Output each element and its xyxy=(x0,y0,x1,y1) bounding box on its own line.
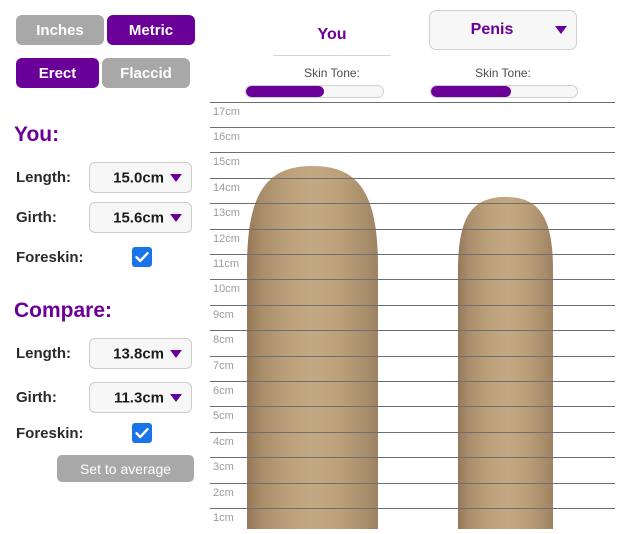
ruler-tick-label: 15cm xyxy=(213,156,240,168)
you-length-select[interactable]: 15.0cm xyxy=(89,162,192,193)
ruler-tick-label: 6cm xyxy=(213,385,234,397)
shaft-graphic xyxy=(458,197,553,529)
state-toggle-erect[interactable]: Erect xyxy=(16,58,99,88)
compare-length-value: 13.8cm xyxy=(113,345,164,362)
ruler-tick-label: 16cm xyxy=(213,131,240,143)
ruler-tick-label: 12cm xyxy=(213,233,240,245)
check-icon xyxy=(135,428,149,439)
compare-length-select[interactable]: 13.8cm xyxy=(89,338,192,369)
you-girth-value: 15.6cm xyxy=(113,209,164,226)
you-skin-tone-fill xyxy=(246,86,325,97)
ruler-tick-label: 13cm xyxy=(213,207,240,219)
you-length-label: Length: xyxy=(16,169,71,186)
compare-skin-tone-fill xyxy=(431,86,512,97)
compare-length-label: Length: xyxy=(16,345,71,362)
ruler-tick-label: 4cm xyxy=(213,436,234,448)
ruler-tick-label: 8cm xyxy=(213,334,234,346)
ruler-tick-label: 10cm xyxy=(213,283,240,295)
ruler-tick-label: 9cm xyxy=(213,309,234,321)
compare-girth-label: Girth: xyxy=(16,389,57,406)
you-length-value: 15.0cm xyxy=(113,169,164,186)
ruler-tick-label: 2cm xyxy=(213,487,234,499)
chevron-down-icon xyxy=(170,173,182,182)
you-skin-tone-label: Skin Tone: xyxy=(304,66,360,80)
compare-type-value: Penis xyxy=(470,21,514,38)
ruler-tick-label: 7cm xyxy=(213,360,234,372)
you-girth-label: Girth: xyxy=(16,209,57,226)
compare-girth-value: 11.3cm xyxy=(113,389,164,406)
ruler-tick-line xyxy=(210,152,615,153)
compare-girth-select[interactable]: 11.3cm xyxy=(89,382,192,413)
compare-column-header: Penis xyxy=(429,10,577,50)
you-foreskin-label: Foreskin: xyxy=(16,249,84,266)
ruler-tick-line xyxy=(210,127,615,128)
compare-type-select[interactable]: Penis xyxy=(429,10,577,50)
unit-toggle-inches[interactable]: Inches xyxy=(16,15,104,45)
ruler-tick-label: 14cm xyxy=(213,182,240,194)
you-skin-tone-slider[interactable] xyxy=(245,85,384,98)
you-title-underline xyxy=(273,55,391,56)
compare-skin-tone-label: Skin Tone: xyxy=(475,66,531,80)
chevron-down-icon xyxy=(555,26,567,34)
penis-shape-you xyxy=(247,166,378,529)
state-toggle-flaccid[interactable]: Flaccid xyxy=(102,58,190,88)
ruler-tick-line xyxy=(210,102,615,103)
compare-skin-tone-slider[interactable] xyxy=(430,85,578,98)
you-section-title: You: xyxy=(14,123,60,146)
compare-section-title: Compare: xyxy=(14,299,113,322)
check-icon xyxy=(135,252,149,263)
set-to-average-button[interactable]: Set to average xyxy=(57,455,194,482)
chevron-down-icon xyxy=(170,213,182,222)
you-foreskin-checkbox[interactable] xyxy=(132,247,152,267)
compare-foreskin-label: Foreskin: xyxy=(16,425,84,442)
ruler-tick-label: 1cm xyxy=(213,512,234,524)
chevron-down-icon xyxy=(170,393,182,402)
ruler-tick-label: 5cm xyxy=(213,410,234,422)
you-column-header: You xyxy=(248,20,416,56)
ruler-tick-label: 3cm xyxy=(213,461,234,473)
you-column-title: You xyxy=(317,26,347,43)
unit-toggle-metric[interactable]: Metric xyxy=(107,15,195,45)
you-girth-select[interactable]: 15.6cm xyxy=(89,202,192,233)
shaft-graphic xyxy=(247,166,378,529)
ruler-tick-label: 11cm xyxy=(213,258,240,270)
chevron-down-icon xyxy=(170,349,182,358)
comparison-chart: You Penis Skin Tone: Skin Tone: 1cm 2cm 3c… xyxy=(205,0,619,529)
compare-foreskin-checkbox[interactable] xyxy=(132,423,152,443)
ruler-tick-label: 17cm xyxy=(213,106,240,118)
controls-panel: Inches Metric Erect Flaccid You: Length:… xyxy=(0,0,205,529)
penis-shape-compare xyxy=(458,197,553,529)
